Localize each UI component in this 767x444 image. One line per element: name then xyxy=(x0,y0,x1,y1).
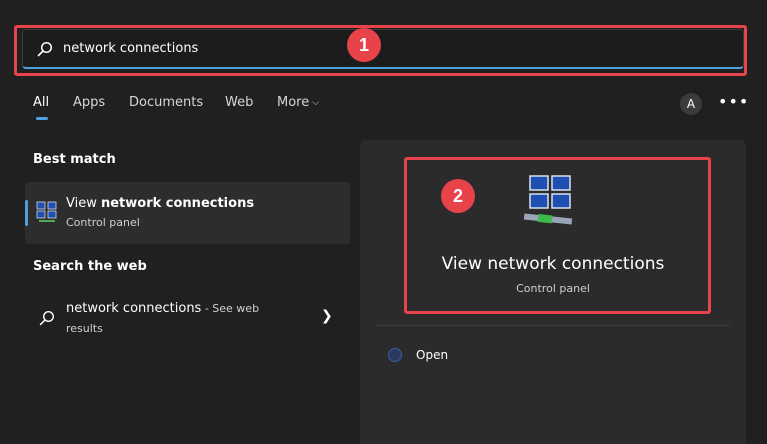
selection-indicator xyxy=(25,200,28,226)
tab-web[interactable]: Web xyxy=(225,95,253,110)
best-match-title-bold: network connections xyxy=(100,196,255,211)
best-match-subtitle: Control panel xyxy=(66,216,140,229)
web-search-result[interactable]: network connections - See web results ❯ xyxy=(25,290,350,342)
open-label: Open xyxy=(416,348,449,362)
web-result-suffix-line2: results xyxy=(66,322,103,335)
tab-apps[interactable]: Apps xyxy=(73,95,105,110)
tab-more[interactable]: More ⌵ xyxy=(277,95,319,110)
ellipsis-icon[interactable]: ••• xyxy=(718,92,748,114)
active-tab-indicator xyxy=(36,117,48,120)
detail-subtitle: Control panel xyxy=(516,282,590,295)
annotation-badge-2: 2 xyxy=(441,179,475,213)
annotation-badge-1: 1 xyxy=(347,28,381,62)
web-result-query: network connections xyxy=(66,301,202,316)
detail-title: View network connections xyxy=(441,254,665,274)
chevron-down-icon: ⌵ xyxy=(312,97,320,108)
chevron-right-icon[interactable]: ❯ xyxy=(321,308,333,324)
web-result-title: network connections - See web xyxy=(66,301,259,316)
tab-more-label: More xyxy=(277,95,310,110)
search-web-heading: Search the web xyxy=(33,259,147,274)
best-match-title: View network connections xyxy=(66,196,254,211)
open-button[interactable]: Open xyxy=(384,346,584,364)
network-computers-icon xyxy=(36,201,57,222)
detail-panel: View network connections Control panel O… xyxy=(360,140,746,444)
search-icon xyxy=(37,41,53,57)
web-result-suffix: - See web xyxy=(201,302,260,315)
search-box[interactable]: network connections xyxy=(22,29,744,69)
search-input[interactable]: network connections xyxy=(63,41,198,56)
account-avatar[interactable]: A xyxy=(680,93,702,115)
best-match-title-prefix: View xyxy=(66,196,101,211)
tab-documents[interactable]: Documents xyxy=(129,95,203,110)
best-match-heading: Best match xyxy=(33,152,116,167)
tab-all[interactable]: All xyxy=(33,95,49,110)
divider xyxy=(376,325,730,326)
network-computers-icon xyxy=(523,175,573,225)
search-icon xyxy=(39,310,55,326)
open-icon xyxy=(388,348,402,362)
best-match-result[interactable]: View network connections Control panel xyxy=(25,182,350,244)
